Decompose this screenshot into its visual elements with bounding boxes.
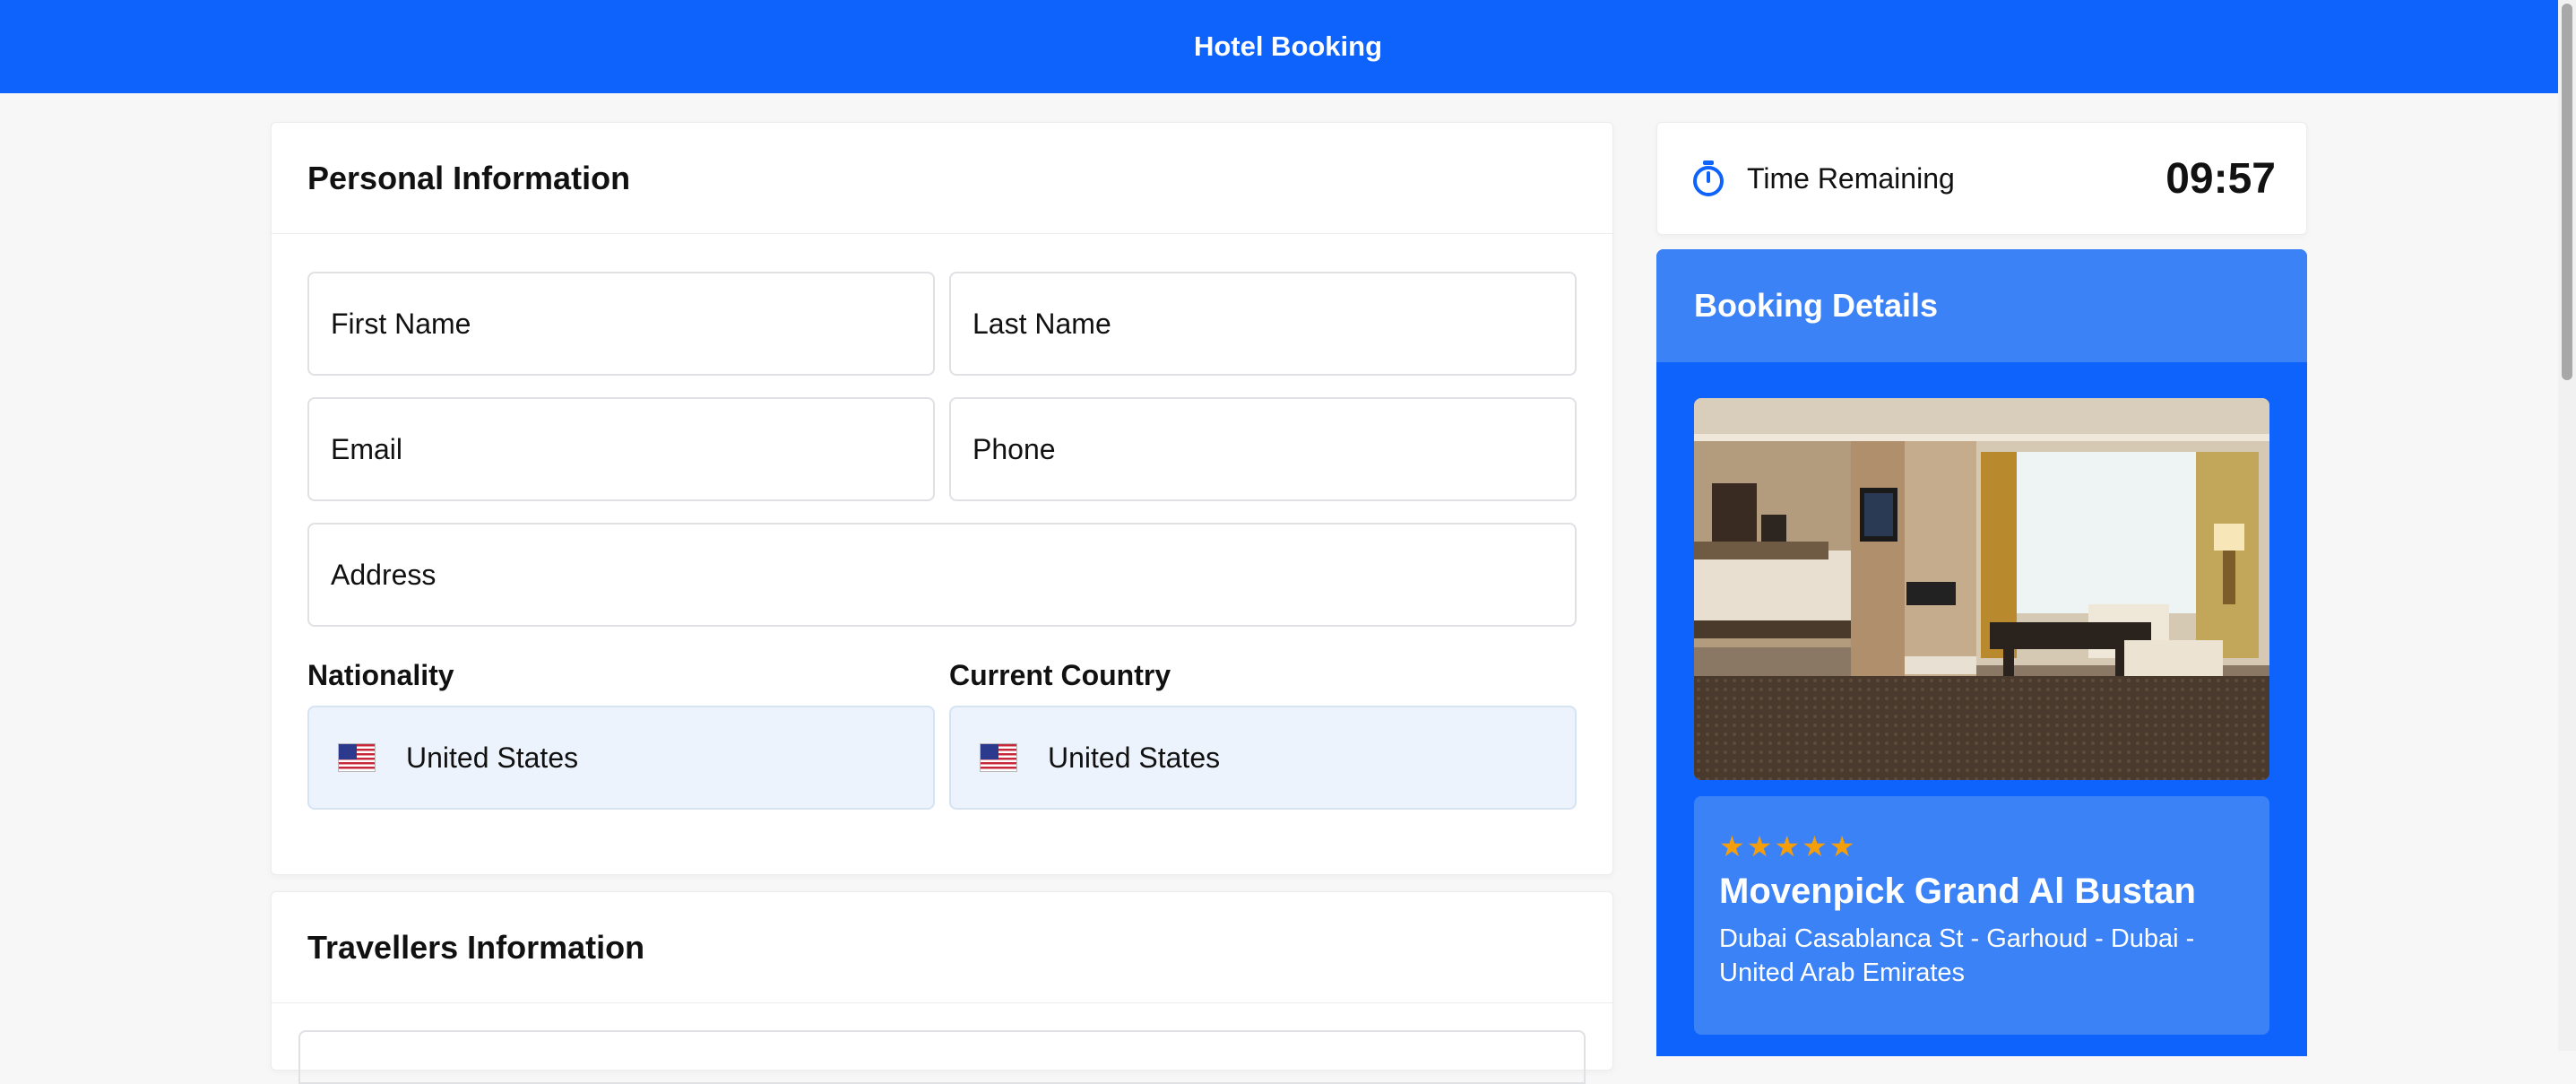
time-remaining-value: 09:57 bbox=[2165, 154, 2276, 203]
personal-information-header: Personal Information bbox=[272, 123, 1612, 234]
travellers-information-title: Travellers Information bbox=[307, 928, 645, 966]
nationality-value: United States bbox=[406, 741, 579, 774]
phone-input[interactable]: Phone bbox=[949, 397, 1577, 501]
last-name-placeholder: Last Name bbox=[972, 307, 1111, 340]
current-country-label: Current Country bbox=[949, 659, 1171, 691]
address-placeholder: Address bbox=[331, 558, 437, 591]
address-input[interactable]: Address bbox=[307, 523, 1577, 627]
first-name-placeholder: First Name bbox=[331, 307, 471, 340]
time-remaining-label: Time Remaining bbox=[1747, 161, 1955, 195]
hotel-summary-box: ★★★★★ Movenpick Grand Al Bustan Dubai Ca… bbox=[1694, 796, 2269, 1035]
top-navbar: Hotel Booking bbox=[0, 0, 2576, 93]
travellers-information-card: Travellers Information bbox=[271, 891, 1613, 1084]
booking-details-header: Booking Details bbox=[1656, 249, 2307, 362]
time-remaining-card: Time Remaining 09:57 bbox=[1656, 122, 2307, 235]
current-country-value: United States bbox=[1048, 741, 1221, 774]
booking-details-panel: Booking Details ★★★★★ Movenpick Grand Al… bbox=[1656, 249, 2307, 1056]
five-star-rating: ★★★★★ bbox=[1719, 830, 1857, 863]
phone-placeholder: Phone bbox=[972, 432, 1056, 465]
us-flag-icon bbox=[980, 743, 1017, 772]
hotel-room-photo bbox=[1694, 398, 2269, 780]
us-flag-icon bbox=[338, 743, 376, 772]
hotel-room-image bbox=[1694, 398, 2269, 780]
traveller-entry-box bbox=[298, 1030, 1586, 1084]
email-input[interactable]: Email bbox=[307, 397, 935, 501]
current-country-select[interactable]: United States bbox=[949, 706, 1577, 810]
nationality-label: Nationality bbox=[307, 659, 454, 691]
first-name-input[interactable]: First Name bbox=[307, 272, 935, 376]
hotel-address: Dubai Casablanca St - Garhoud - Dubai - … bbox=[1719, 924, 2195, 987]
travellers-information-header: Travellers Information bbox=[272, 892, 1612, 1003]
booking-details-title: Booking Details bbox=[1694, 287, 1939, 324]
scrollbar-thumb[interactable] bbox=[2562, 4, 2572, 380]
personal-information-title: Personal Information bbox=[307, 159, 631, 196]
page-scrollbar[interactable] bbox=[2558, 0, 2576, 1051]
nationality-select[interactable]: United States bbox=[307, 706, 935, 810]
stopwatch-icon bbox=[1693, 160, 1724, 196]
last-name-input[interactable]: Last Name bbox=[949, 272, 1577, 376]
hotel-name: Movenpick Grand Al Bustan bbox=[1719, 872, 2196, 911]
app-title: Hotel Booking bbox=[1193, 30, 1383, 62]
personal-information-card: Personal Information First Name Last Nam… bbox=[271, 122, 1613, 875]
email-placeholder: Email bbox=[331, 432, 403, 465]
